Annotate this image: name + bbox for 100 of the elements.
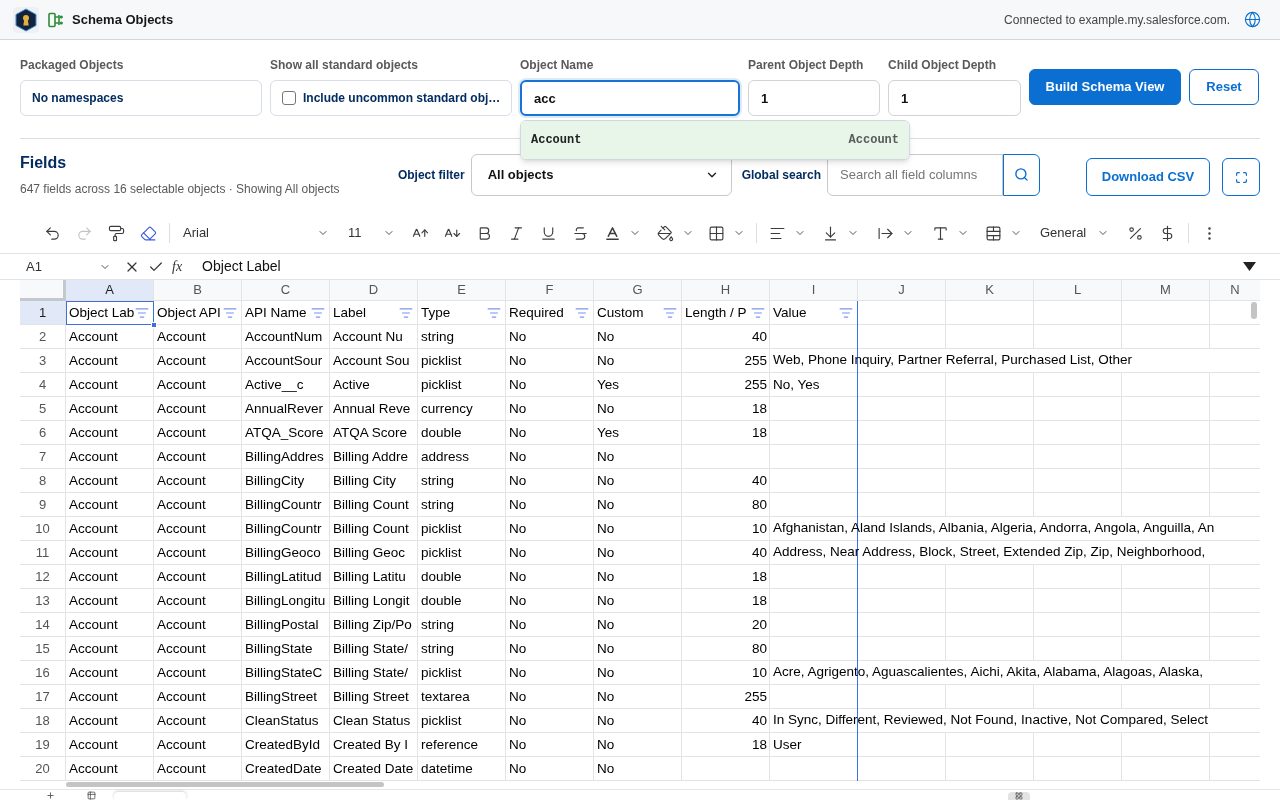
paint-roller-icon[interactable] (107, 224, 125, 242)
row-header[interactable]: 4 (20, 373, 66, 397)
table-cell-text: Account (156, 567, 207, 586)
suggestion-item[interactable]: Account Account (521, 121, 909, 159)
column-header[interactable]: B (154, 280, 242, 301)
row-header[interactable]: 17 (20, 685, 66, 709)
sheet-list-icon[interactable] (87, 791, 96, 800)
column-header[interactable]: M (1122, 280, 1210, 301)
percent-icon[interactable] (1126, 224, 1144, 242)
table-cell-text: Account (68, 615, 119, 634)
formula-input[interactable]: Object Label (202, 256, 281, 277)
row-header[interactable]: 18 (20, 709, 66, 733)
checkbox[interactable] (282, 91, 296, 105)
search-button[interactable] (1003, 153, 1040, 196)
depth-input[interactable]: 1 (748, 80, 880, 116)
column-header[interactable]: J (858, 280, 946, 301)
strikethrough-icon[interactable] (571, 224, 589, 242)
undo-icon[interactable] (43, 224, 61, 242)
table-cell-text: Account (156, 495, 207, 514)
row-header[interactable]: 16 (20, 661, 66, 685)
row-header[interactable]: 5 (20, 397, 66, 421)
column-title: Required (509, 303, 564, 322)
active-cell[interactable]: Object Lab (66, 301, 154, 325)
table-cell-text: Account Sou (332, 351, 411, 370)
globe-icon[interactable] (1244, 11, 1261, 28)
column-header[interactable]: E (418, 280, 506, 301)
table-cell-text: No (596, 759, 616, 778)
type-icon[interactable] (931, 224, 949, 242)
column-header[interactable]: D (330, 280, 418, 301)
row-header[interactable]: 10 (20, 517, 66, 541)
scrollbar[interactable] (66, 782, 384, 787)
column-title: Object Lab (69, 303, 135, 322)
depth-input[interactable]: 1 (888, 80, 1021, 116)
table-cell-text: Billing Street (332, 687, 410, 706)
cell-reference[interactable]: A1 (20, 255, 115, 278)
row-header[interactable]: 12 (20, 565, 66, 589)
table-cell-text: currency (420, 399, 474, 418)
table-cell-text: BillingCountr (244, 495, 323, 514)
table-cell-text: 255 (743, 351, 768, 370)
font-size-select[interactable]: 11 (341, 219, 399, 247)
column-title: Object API (157, 303, 221, 322)
row-header[interactable]: 20 (20, 757, 66, 781)
table-cell-text: No (508, 687, 528, 706)
column-header[interactable]: A (66, 280, 154, 301)
grid-view-icon[interactable] (1015, 792, 1023, 800)
table-cell-text: Account (68, 447, 119, 466)
triangle-down-icon[interactable] (1243, 262, 1256, 271)
row-header[interactable]: 15 (20, 637, 66, 661)
row-header[interactable]: 8 (20, 469, 66, 493)
fill-handle[interactable] (151, 322, 157, 328)
table-cell-text: No (508, 447, 528, 466)
table-cell-text: Account (156, 591, 207, 610)
row-header[interactable]: 1 (20, 301, 66, 325)
row-header[interactable]: 19 (20, 733, 66, 757)
underline-icon[interactable] (539, 224, 557, 242)
object-filter-select[interactable]: All objects (470, 153, 732, 196)
eraser-icon[interactable] (139, 224, 157, 242)
row-header[interactable]: 2 (20, 325, 66, 349)
font-select[interactable]: Arial (175, 219, 333, 247)
column-header[interactable]: N (1210, 280, 1260, 301)
merge-cells-icon[interactable] (984, 224, 1002, 242)
column-header[interactable]: H (682, 280, 770, 301)
grid-icon[interactable] (707, 224, 725, 242)
row-header[interactable]: 7 (20, 445, 66, 469)
checkbox-label[interactable]: Include uncommon standard obj… (303, 89, 501, 107)
table-cell-text: picklist (420, 663, 463, 682)
download-csv-button[interactable]: Download CSV (1086, 158, 1210, 196)
search-input[interactable]: Search all field columns (827, 153, 1003, 196)
function-label[interactable]: fx (172, 256, 183, 277)
table-cell-text: BillingAddres (244, 447, 325, 466)
table-cell-text: 40 (750, 543, 768, 562)
row-header[interactable]: 13 (20, 589, 66, 613)
row-header[interactable]: 14 (20, 613, 66, 637)
secondary-button[interactable]: Reset (1189, 69, 1259, 105)
text-color-icon[interactable] (603, 224, 621, 242)
table-cell-text: 40 (750, 711, 768, 730)
scrollbar[interactable] (1251, 302, 1257, 319)
table-cell-text: 255 (743, 687, 768, 706)
add-sheet-icon[interactable] (46, 791, 55, 800)
table-cell-text: Billing State/ (332, 639, 410, 658)
column-header[interactable]: C (242, 280, 330, 301)
primary-button[interactable]: Build Schema View (1029, 69, 1181, 105)
table-cell-text: 40 (750, 327, 768, 346)
namespace-picker[interactable]: No namespaces (20, 80, 262, 116)
paint-bucket-icon[interactable] (656, 224, 674, 242)
row-header[interactable]: 6 (20, 421, 66, 445)
page-title: Schema Objects (72, 10, 174, 29)
number-format-select[interactable]: General (1033, 219, 1117, 247)
row-header[interactable]: 9 (20, 493, 66, 517)
column-header[interactable]: K (946, 280, 1034, 301)
column-header[interactable]: L (1034, 280, 1122, 301)
object-name-input[interactable]: acc (520, 80, 740, 116)
column-header[interactable]: I (770, 280, 858, 301)
fullscreen-button[interactable] (1222, 158, 1260, 196)
column-header[interactable]: G (594, 280, 682, 301)
row-header[interactable]: 3 (20, 349, 66, 373)
column-header[interactable]: F (506, 280, 594, 301)
table-cell-text: No (508, 519, 528, 538)
table-cell-text: No (596, 567, 616, 586)
row-header[interactable]: 11 (20, 541, 66, 565)
